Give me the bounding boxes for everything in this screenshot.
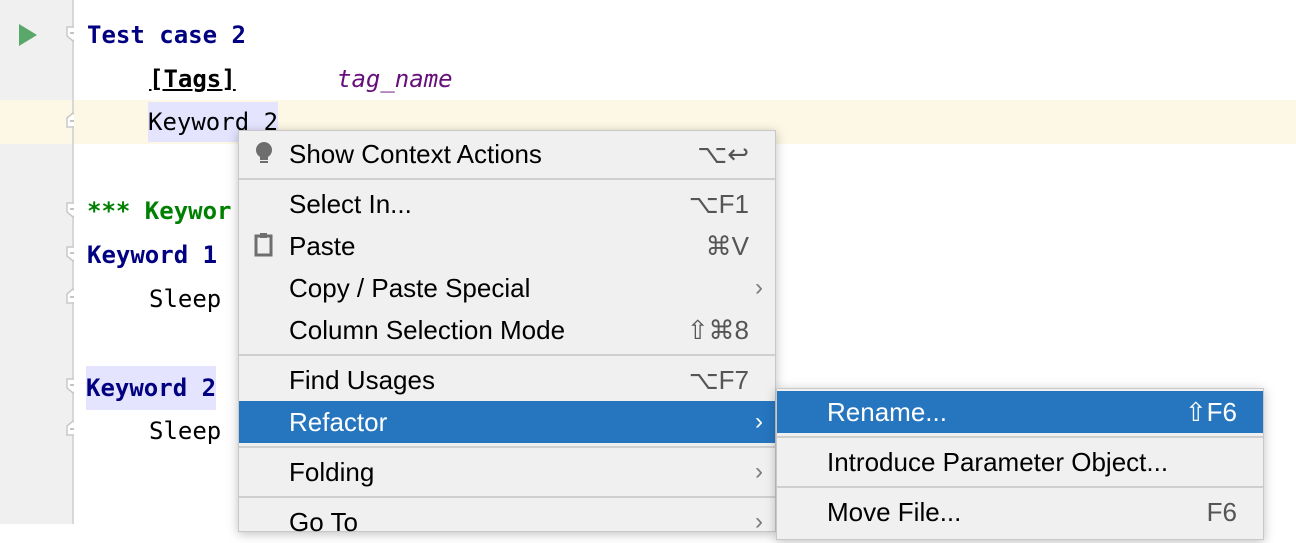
menu-item-refactor[interactable]: Refactor › xyxy=(239,401,775,443)
menu-item-rename[interactable]: Rename... ⇧F6 xyxy=(777,391,1263,433)
menu-item-label: Column Selection Mode xyxy=(289,315,566,345)
submenu-arrow-icon: › xyxy=(755,458,763,485)
shortcut-label: ⌥F1 xyxy=(688,189,749,219)
menu-item-label: Rename... xyxy=(827,397,947,427)
shortcut-label: ⌥↩ xyxy=(697,139,749,169)
menu-separator xyxy=(239,496,775,498)
menu-item-label: Copy / Paste Special xyxy=(289,273,531,303)
submenu-arrow-icon: › xyxy=(755,274,763,301)
menu-item-label: Refactor xyxy=(289,407,388,437)
menu-item-show-context-actions[interactable]: Show Context Actions ⌥↩ xyxy=(239,133,775,175)
context-menu: Show Context Actions ⌥↩ Select In... ⌥F1… xyxy=(238,130,776,537)
menu-item-go-to[interactable]: Go To › xyxy=(239,501,775,543)
menu-item-label: Introduce Parameter Object... xyxy=(827,447,1169,477)
shortcut-label: ⌥F7 xyxy=(688,365,749,395)
menu-separator xyxy=(239,178,775,180)
menu-item-label: Select In... xyxy=(289,189,412,219)
menu-item-copy-paste-special[interactable]: Copy / Paste Special › xyxy=(239,267,775,309)
menu-item-label: Folding xyxy=(289,457,375,487)
menu-item-introduce-parameter-object[interactable]: Introduce Parameter Object... xyxy=(777,441,1263,483)
menu-item-label: Find Usages xyxy=(289,365,435,395)
menu-item-label: Paste xyxy=(289,231,356,261)
keyword-call[interactable]: Sleep xyxy=(149,416,221,446)
keyword-definition[interactable]: Keyword 2 xyxy=(86,366,217,410)
keyword-call[interactable]: Sleep xyxy=(149,284,221,314)
menu-item-find-usages[interactable]: Find Usages ⌥F7 xyxy=(239,359,775,401)
menu-item-label: Move File... xyxy=(827,497,962,527)
menu-item-paste[interactable]: Paste ⌘V xyxy=(239,225,775,267)
test-case-name[interactable]: Test case 2 xyxy=(87,20,246,50)
tags-setting[interactable]: [Tags] xyxy=(149,64,236,94)
keyword-definition[interactable]: Keyword 1 xyxy=(87,240,217,270)
submenu-arrow-icon: › xyxy=(755,408,763,435)
editor-gutter xyxy=(0,0,73,524)
menu-item-folding[interactable]: Folding › xyxy=(239,451,775,493)
run-test-icon[interactable] xyxy=(19,24,37,46)
keywords-section-header[interactable]: *** Keywor xyxy=(87,196,232,226)
menu-item-select-in[interactable]: Select In... ⌥F1 xyxy=(239,183,775,225)
shortcut-label: ⌘V xyxy=(705,231,749,261)
submenu-arrow-icon: › xyxy=(755,508,763,535)
tag-value[interactable]: tag_name xyxy=(337,64,453,94)
menu-item-label: Go To xyxy=(289,507,358,537)
caret-row-gutter xyxy=(0,100,73,144)
menu-separator xyxy=(777,486,1263,488)
menu-separator xyxy=(239,354,775,356)
menu-separator xyxy=(239,446,775,448)
menu-item-label: Show Context Actions xyxy=(289,139,542,169)
menu-separator xyxy=(777,436,1263,438)
clipboard-icon xyxy=(254,233,273,257)
menu-item-column-selection-mode[interactable]: Column Selection Mode ⇧⌘8 xyxy=(239,309,775,351)
shortcut-label: ⇧F6 xyxy=(1184,397,1237,427)
shortcut-label: F6 xyxy=(1206,497,1237,527)
lightbulb-icon xyxy=(256,142,272,163)
shortcut-label: ⇧⌘8 xyxy=(686,315,749,345)
menu-item-move-file[interactable]: Move File... F6 xyxy=(777,491,1263,533)
refactor-submenu: Rename... ⇧F6 Introduce Parameter Object… xyxy=(776,388,1264,540)
